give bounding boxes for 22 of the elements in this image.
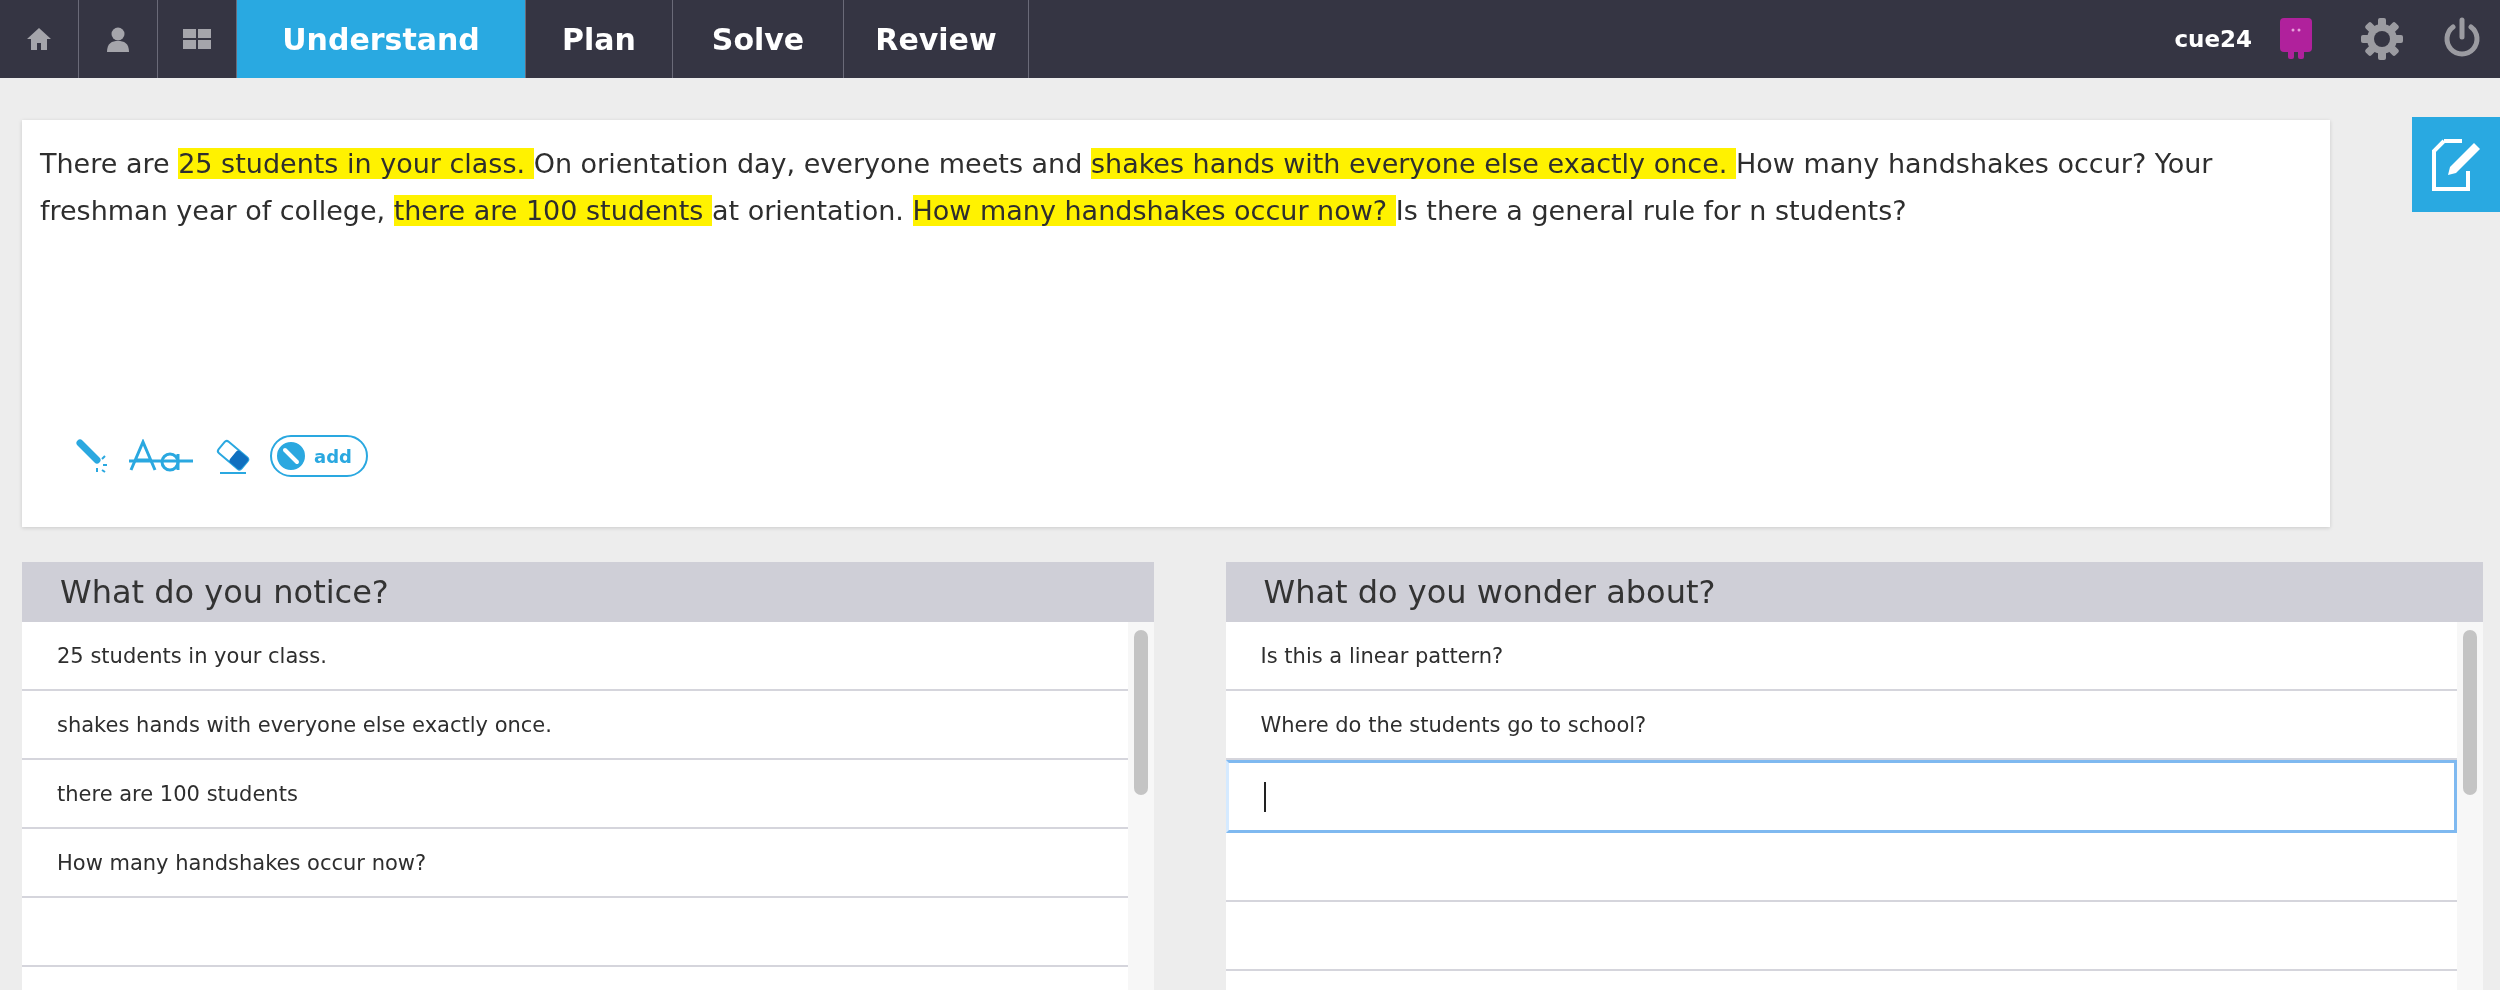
- list-entry[interactable]: there are 100 students: [22, 760, 1128, 829]
- monster-avatar-icon: [2280, 18, 2312, 60]
- panel-title: What do you wonder about?: [1225, 562, 2483, 622]
- scrollbar-thumb[interactable]: [1133, 630, 1148, 795]
- edit-button[interactable]: [2412, 117, 2500, 212]
- entry-input-field[interactable]: [1225, 760, 2457, 833]
- username: cue24: [2174, 26, 2252, 52]
- home-icon: [26, 27, 52, 51]
- grid-icon: [183, 29, 211, 49]
- list-entry[interactable]: shakes hands with everyone else exactly once.: [22, 691, 1128, 760]
- list-entry[interactable]: Where do the students go to school?: [1225, 691, 2457, 760]
- settings-icon[interactable]: [2360, 17, 2404, 61]
- highlighter-icon[interactable]: [76, 439, 110, 473]
- scrollbar-thumb[interactable]: [2463, 630, 2477, 795]
- list-entry[interactable]: 25 students in your class.: [22, 622, 1128, 691]
- strikethrough-text-icon[interactable]: [128, 439, 194, 473]
- person-icon: [106, 26, 130, 52]
- list-entry[interactable]: How many handshakes occur now?: [22, 829, 1128, 898]
- problem-text: There are 25 students in your class. On orientation day, everyone meets and shakes hands with everyone else exactly once. How many handshakes occur? Your freshman year of college, there are 100 students at orientation. How many handshakes occur now? Is there a general rule for n students?: [40, 147, 2214, 228]
- panel-title: What do you notice?: [22, 562, 1154, 622]
- list-entry[interactable]: Is this a linear pattern?: [1225, 622, 2457, 691]
- toggle-knob-icon: [274, 439, 308, 473]
